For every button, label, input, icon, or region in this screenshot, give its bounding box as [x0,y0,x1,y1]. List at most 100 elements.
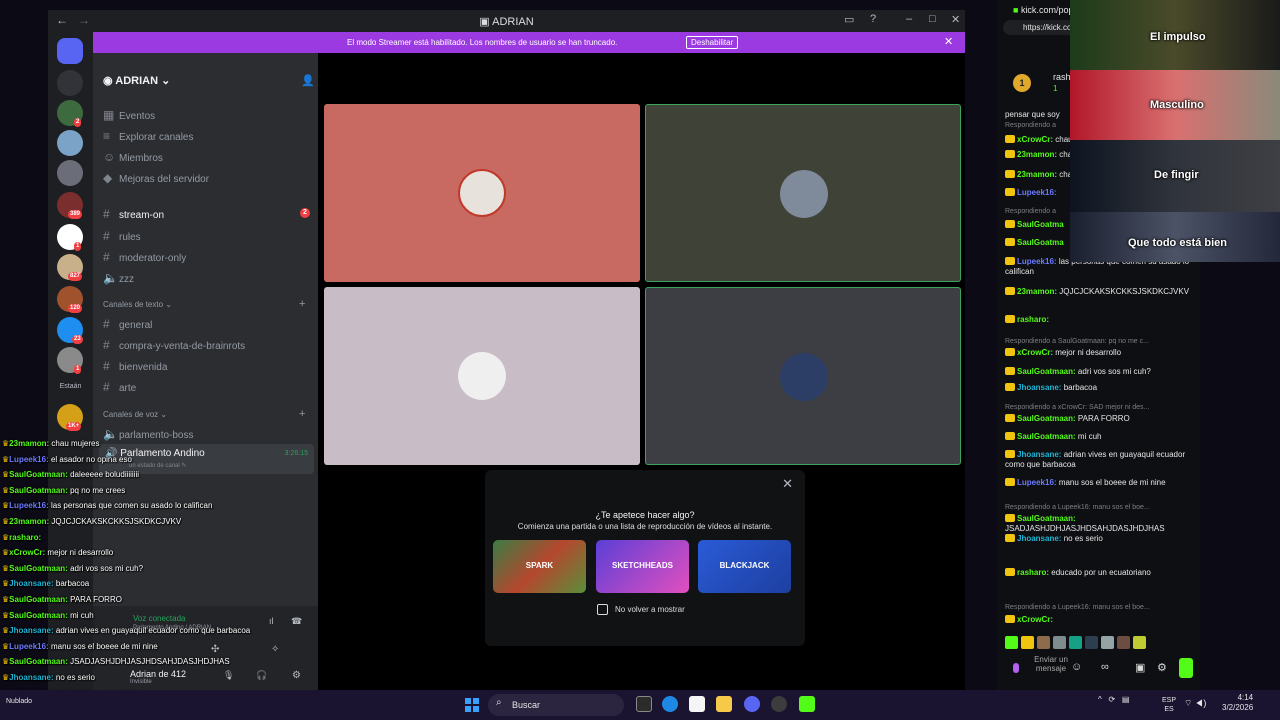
clock[interactable]: 4:14 3/2/2026 [1222,693,1253,713]
activity-sketchheads[interactable]: SKETCHHEADS [596,540,689,593]
browser-tab[interactable]: ■ kick.com/popo [1013,5,1078,15]
emote-icon[interactable] [1005,636,1018,649]
server-icon-adrian[interactable] [57,70,83,96]
chat-username[interactable]: xCrowCr: [1017,348,1053,357]
link-icon[interactable]: ∞ [1101,661,1109,673]
chat-message[interactable]: Jhoansane: no es serio [1005,534,1190,544]
participant-tile-speaking[interactable] [645,287,961,465]
add-text-channel-icon[interactable]: + [299,298,305,310]
minimize-icon[interactable]: – [906,13,912,25]
channel-moderator-only[interactable]: # moderator-only [103,250,186,264]
chat-message[interactable]: Jhoansane: barbacoa [1005,383,1190,393]
system-tray[interactable]: ^ ⟳ ▤ [1098,695,1129,704]
chat-username[interactable]: Lupeek16: [1017,478,1057,487]
chat-username[interactable]: xCrowCr: [1017,135,1053,144]
category-voice-channels[interactable]: Canales de voz ⌄ [103,410,167,419]
chat-username[interactable]: Jhoansane: [1017,383,1061,392]
chat-username[interactable]: Jhoansane: [1017,534,1061,543]
edge-icon[interactable] [662,696,678,712]
chat-message[interactable]: Jhoansane: adrian vives en guayaquil ecu… [1005,450,1190,470]
nav-events[interactable]: ▦ Eventos [103,108,155,122]
chat-message[interactable]: SaulGoatmaan: JSADJASHJDHJASJHDSAHJDASJH… [1005,514,1190,534]
emote-icon[interactable] [1101,636,1114,649]
chat-message[interactable]: 23mamon: JQJCJCKAKSKCKKSJSKDKCJVKV [1005,287,1190,297]
chat-message[interactable]: Respondiendo a SaulGoatmaan: pq no me c.… [1005,336,1190,347]
add-member-icon[interactable]: 👤 [301,74,315,87]
close-prompt-icon[interactable]: ✕ [782,476,793,492]
category-text-channels[interactable]: Canales de texto ⌄ [103,300,172,309]
add-voice-channel-icon[interactable]: + [299,408,305,420]
server-icon[interactable] [57,130,83,156]
chat-username[interactable]: xCrowCr: [1017,615,1053,624]
chat-message[interactable]: Respondiendo a xCrowCr: SAD mejor ni des… [1005,402,1190,413]
chat-username[interactable]: SaulGoatmaan: [1017,514,1076,523]
chat-username[interactable]: 23mamon: [1017,150,1057,159]
chat-message[interactable]: rasharo: [1005,315,1190,325]
close-window-icon[interactable]: ✕ [951,13,960,26]
chat-username[interactable]: Lupeek16: [1017,257,1057,266]
chat-message[interactable]: Lupeek16: manu sos el boeee de mi nine [1005,478,1190,488]
participant-tile-speaking[interactable] [645,104,961,282]
channel-arte[interactable]: # arte [103,380,136,394]
settings-icon[interactable]: ⚙ [1157,661,1167,674]
channel-bienvenida[interactable]: # bienvenida [103,359,167,373]
emote-icon[interactable] [1053,636,1066,649]
discord-taskbar-icon[interactable] [744,696,760,712]
tray-app-icon[interactable]: ⟳ [1108,695,1115,704]
help-icon[interactable]: ? [870,13,876,25]
disable-streamer-mode-button[interactable]: Deshabilitar [686,36,739,49]
chat-username[interactable]: Lupeek16: [1017,188,1057,197]
emote-icon[interactable] [1085,636,1098,649]
emote-icon[interactable] [1021,636,1034,649]
windows-start-icon[interactable] [465,698,479,712]
taskbar-search[interactable]: ⌕ Buscar [488,694,624,716]
chat-message[interactable]: rasharo: educado por un ecuatoriano [1005,568,1190,578]
task-view-icon[interactable] [636,696,652,712]
chat-username[interactable]: SaulGoatma [1017,238,1064,247]
activity-blackjack[interactable]: BLACKJACK [698,540,791,593]
chat-username[interactable]: rasharo: [1017,315,1049,324]
file-explorer-icon[interactable] [716,696,732,712]
channel-compra-y-venta[interactable]: # compra-y-venta-de-brainrots [103,338,245,352]
maximize-icon[interactable]: □ [929,13,936,25]
emote-icon[interactable] [1069,636,1082,649]
chat-message[interactable]: SaulGoatmaan: adri vos sos mi cuh? [1005,367,1190,377]
chat-message[interactable]: xCrowCr: mejor ni desarrollo [1005,348,1190,358]
mic-icon[interactable] [1013,663,1019,673]
nav-browse-channels[interactable]: ≡ Explorar canales [103,129,193,143]
chat-username[interactable]: SaulGoatma [1017,220,1064,229]
chatgpt-icon[interactable] [771,696,787,712]
chat-username[interactable]: Jhoansane: [1017,450,1061,459]
chat-message[interactable]: Respondiendo a Lupeek16: manu sos el boe… [1005,502,1190,513]
channel-zzz[interactable]: 🔈zzz [103,271,134,285]
direct-messages-icon[interactable] [57,38,83,64]
chat-message[interactable]: SaulGoatmaan: PARA FORRO [1005,414,1190,424]
server-header[interactable]: ◉ ADRIAN ⌄ [103,74,170,87]
emote-icon[interactable] [1133,636,1146,649]
tray-app-icon[interactable]: ▤ [1122,695,1130,704]
send-button[interactable] [1179,658,1193,678]
server-icon[interactable] [57,160,83,186]
chat-username[interactable]: SaulGoatmaan: [1017,414,1076,423]
participant-tile[interactable] [324,287,640,465]
chat-message[interactable]: xCrowCr: [1005,615,1190,625]
nav-members[interactable]: ☺ Miembros [103,150,163,164]
channel-general[interactable]: # general [103,317,152,331]
chat-username[interactable]: 23mamon: [1017,170,1057,179]
chat-username[interactable]: 23mamon: [1017,287,1057,296]
channel-rules[interactable]: # rules [103,229,141,243]
chat-message[interactable]: SaulGoatmaan: mi cuh [1005,432,1190,442]
language-indicator[interactable]: ESP ES [1162,696,1176,714]
chevron-up-icon[interactable]: ^ [1098,695,1102,704]
dont-show-again-checkbox[interactable] [597,604,608,615]
address-bar[interactable]: https://kick.co [1003,20,1078,35]
emoji-icon[interactable]: ☺ [1071,661,1082,673]
chat-username[interactable]: SaulGoatmaan: [1017,432,1076,441]
chat-message[interactable]: Respondiendo a Lupeek16: manu sos el boe… [1005,602,1190,613]
kick-taskbar-icon[interactable] [799,696,815,712]
weather-widget[interactable]: Nublado [6,698,32,705]
store-icon[interactable] [689,696,705,712]
kick-chat-input[interactable]: Enviar un mensaje ☺ ∞ ▣ ⚙ [1005,655,1195,683]
screen-share-icon[interactable]: ▭ [844,13,854,26]
participant-tile[interactable] [324,104,640,282]
